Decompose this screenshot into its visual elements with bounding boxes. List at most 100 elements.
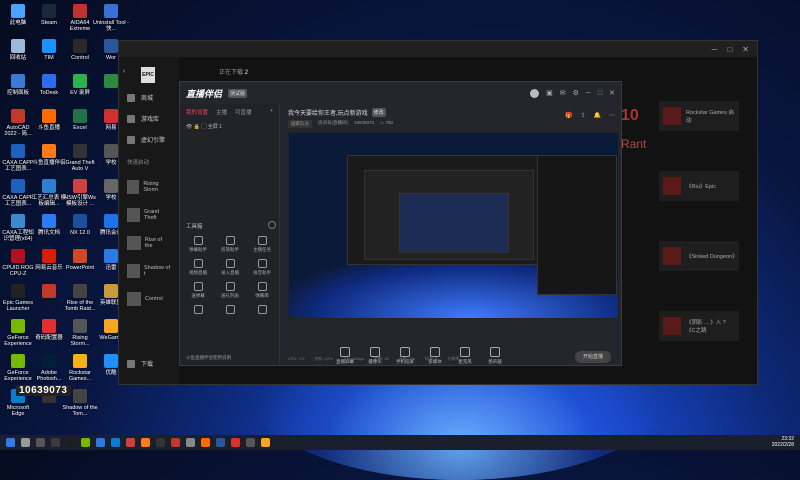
start-icon[interactable] (6, 438, 15, 447)
desktop-icon-label: PowerPoint (65, 265, 95, 271)
epic-nav-item[interactable]: 商城 (119, 87, 179, 108)
quick-launch-game[interactable]: Rising Storm (119, 170, 179, 198)
app-icon (11, 109, 25, 123)
gift-icon[interactable]: 🎁 (565, 112, 572, 119)
file-explorer-icon[interactable] (51, 438, 60, 447)
taskbar-app-icon[interactable] (186, 438, 195, 447)
message-icon[interactable]: ✉ (560, 89, 566, 97)
desktop-icon-label: 奇码配置器 (35, 335, 63, 341)
scroll-chevron-icon[interactable]: ‹ (123, 68, 125, 75)
add-scene-icon[interactable]: + (270, 108, 273, 116)
search-icon[interactable] (21, 438, 30, 447)
desktop-icon-label: Excel (73, 125, 87, 131)
maximize-icon[interactable]: □ (598, 90, 602, 97)
scene-tab[interactable]: 主播 (216, 108, 227, 116)
app-icon (42, 354, 56, 368)
quick-launch-game[interactable]: Control (119, 282, 179, 310)
epic-nav-item[interactable]: 游戏库 (119, 108, 179, 129)
epic-card[interactable]: Rockstar Games 启动 (659, 101, 739, 131)
help-link[interactable]: 斗鱼直播伴侣使用说明 (186, 355, 231, 361)
avatar[interactable] (530, 88, 540, 98)
card-label: 《Riu》Epic (686, 184, 716, 190)
game-thumbnail (127, 236, 141, 250)
add-tool-icon[interactable] (268, 221, 276, 229)
bell-icon[interactable]: 🔔 (594, 112, 601, 119)
toolbox-item[interactable]: 弹幕助手 (182, 236, 214, 253)
tool-icon (193, 282, 203, 291)
app-icon (104, 4, 118, 18)
edge-icon[interactable] (111, 438, 120, 447)
desktop-icon[interactable]: Uninstall Tool - 快... (93, 4, 129, 32)
toolbox-item[interactable]: 房管助手 (214, 236, 246, 253)
terminal-icon[interactable] (66, 438, 75, 447)
epic-nav-item[interactable]: 虚幻引擎 (119, 129, 179, 150)
toolbox-item[interactable]: 语音助手 (246, 259, 278, 276)
taskbar-app-icon[interactable] (126, 438, 135, 447)
epic-card[interactable]: 《Riu》Epic (659, 171, 739, 201)
desktop-icon-label: AIDA64 Extreme (69, 20, 91, 33)
maximize-icon[interactable]: □ (727, 45, 732, 54)
card-thumbnail (663, 317, 681, 335)
taskbar-app-icon[interactable] (246, 438, 255, 447)
desktop-icon-label: NSW引擎Ws 模板设计 ... (64, 195, 96, 208)
more-icon[interactable]: ⋯ (609, 112, 615, 119)
toolbox-item[interactable] (182, 305, 214, 316)
app-icon (104, 74, 118, 88)
word-icon[interactable] (216, 438, 225, 447)
taskbar-app-icon[interactable] (141, 438, 150, 447)
epic-card[interactable]: 《Sinked Dungeon》 (659, 241, 739, 271)
close-icon[interactable]: ✕ (742, 45, 749, 54)
share-icon[interactable]: ⇪ (580, 112, 585, 119)
tool-icon (225, 305, 235, 314)
toolbox-item[interactable] (214, 305, 246, 316)
app-icon (42, 144, 56, 158)
app-icon (11, 354, 25, 368)
taskbar-app-icon[interactable] (156, 438, 165, 447)
close-icon[interactable]: ✕ (609, 89, 615, 97)
nvidia-icon[interactable] (81, 438, 90, 447)
app-icon (11, 144, 25, 158)
live-left-panel: 我的设置 主播 可直播 + 👁 🔒 ▢ 全屏 1 工具箱 弹幕助手 房管助手 主播任务 视频… (180, 104, 280, 365)
minimize-icon[interactable]: ─ (586, 90, 591, 97)
status-item: CPU: 1% (288, 356, 305, 361)
toolbox-item[interactable]: 送礼列表 (214, 282, 246, 299)
system-clock[interactable]: 23:32 2022/2/28 (772, 436, 794, 448)
quick-launch-heading: 快速启动 (127, 160, 150, 166)
app-icon (11, 4, 25, 18)
live-header: 直播伴侣 测试版 ▣ ✉ ⚙ ─ □ ✕ (180, 82, 621, 104)
app-icon (11, 319, 25, 333)
taskbar-app-icon[interactable] (261, 438, 270, 447)
taskbar-app-icon[interactable] (96, 438, 105, 447)
toolbox-item[interactable]: 弹幕库 (246, 282, 278, 299)
scene-tab[interactable]: 可直播 (235, 108, 252, 116)
status-bar: CPU: 1% 内存: 12% 上行: 0Kbps 帧数: 60 丢帧: 0% 码率: 0… (288, 356, 615, 362)
toolbox-item[interactable]: 送弹幕 (182, 282, 214, 299)
autocad-icon[interactable] (171, 438, 180, 447)
desktop-icon-label: 腾讯文档 (37, 230, 60, 236)
scene-tab[interactable]: 我的设置 (186, 108, 208, 116)
download-nav[interactable]: 下载 (119, 353, 161, 374)
category-tag[interactable]: 国家队员 (288, 120, 312, 128)
screenshot-icon[interactable]: ▣ (546, 89, 553, 97)
desktop-icon[interactable] (93, 389, 129, 405)
live-preview[interactable] (288, 132, 619, 319)
game-title: Shadow of t (144, 265, 171, 277)
edit-title-button[interactable]: 修改 (371, 108, 386, 117)
quick-launch-game[interactable]: Shadow of t (119, 254, 179, 282)
toolbox-item[interactable]: 录入直播 (214, 259, 246, 276)
game-thumbnail (127, 208, 140, 222)
douyu-live-companion-window[interactable]: 直播伴侣 测试版 ▣ ✉ ⚙ ─ □ ✕ 我的设置 主播 可直播 + 👁 🔒 ▢ 全屏… (179, 81, 622, 366)
toolbox-item[interactable]: 主播任务 (246, 236, 278, 253)
scene-item[interactable]: 👁 🔒 ▢ 全屏 1 (180, 120, 279, 133)
desktop-icon-label: CAXA工程知识管理(x64) (2, 230, 34, 243)
netease-icon[interactable] (231, 438, 240, 447)
quick-launch-game[interactable]: Rise of the (119, 226, 179, 254)
minimize-icon[interactable]: ─ (712, 45, 718, 54)
task-view-icon[interactable] (36, 438, 45, 447)
quick-launch-game[interactable]: Grand Theft (119, 198, 179, 226)
settings-icon[interactable]: ⚙ (573, 89, 579, 97)
douyu-icon[interactable] (201, 438, 210, 447)
toolbox-item[interactable] (246, 305, 278, 316)
toolbox-item[interactable]: 视频直播 (182, 259, 214, 276)
epic-card[interactable]: 《阴影 ... 》入 ?《C之跳 (659, 311, 739, 341)
